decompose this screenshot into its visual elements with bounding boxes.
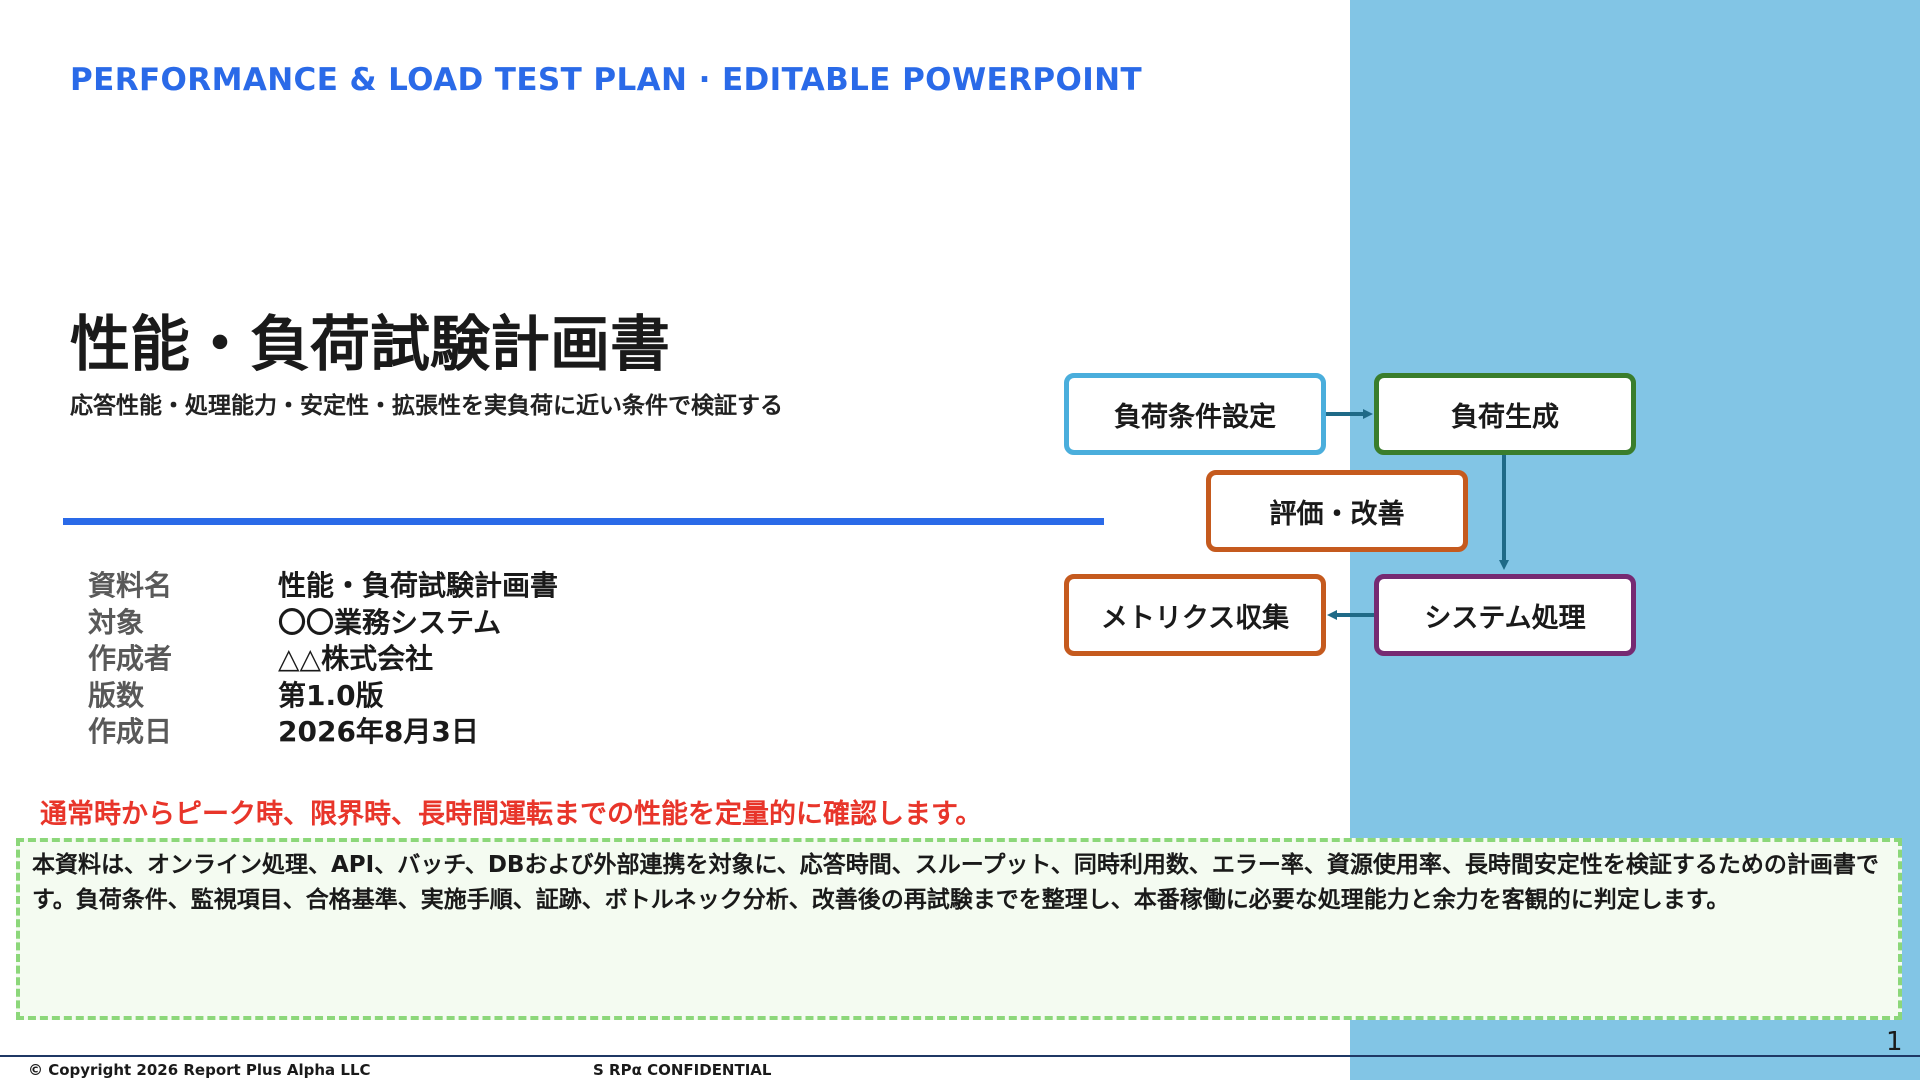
page-title: 性能・負荷試験計画書 (70, 310, 670, 380)
footer-copyright: © Copyright 2026 Report Plus Alpha LLC (28, 1061, 371, 1079)
meta-label: 作成者 (88, 642, 173, 676)
footer-confidential: S RPα CONFIDENTIAL (593, 1061, 772, 1079)
page-subtitle: 応答性能・処理能力・安定性・拡張性を実負荷に近い条件で検証する (70, 393, 783, 419)
page-number: 1 (1886, 1027, 1903, 1057)
meta-label: 版数 (88, 678, 145, 712)
meta-row-target: 対象 〇〇業務システム (88, 603, 558, 640)
meta-value: △△株式会社 (278, 642, 434, 676)
meta-value: 性能・負荷試験計画書 (278, 569, 559, 603)
meta-row-version: 版数 第1.0版 (88, 676, 558, 713)
flow-step-load-generation: 負荷生成 (1374, 373, 1636, 455)
flow-step-load-conditions: 負荷条件設定 (1064, 373, 1326, 455)
document-meta: 資料名 性能・負荷試験計画書 対象 〇〇業務システム 作成者 △△株式会社 版数… (88, 566, 558, 749)
flow-step-system-processing: システム処理 (1374, 574, 1636, 656)
meta-row-author: 作成者 △△株式会社 (88, 639, 558, 676)
flow-step-evaluation: 評価・改善 (1206, 470, 1468, 552)
meta-label: 資料名 (88, 569, 173, 603)
title-divider (63, 518, 1104, 525)
meta-label: 対象 (88, 605, 145, 639)
meta-row-document-name: 資料名 性能・負荷試験計画書 (88, 566, 558, 603)
meta-value: 2026年8月3日 (278, 715, 479, 749)
flow-step-metrics: メトリクス収集 (1064, 574, 1326, 656)
footer-divider (0, 1055, 1920, 1057)
top-banner: PERFORMANCE & LOAD TEST PLAN · EDITABLE … (70, 62, 1143, 98)
summary-box: 本資料は、オンライン処理、API、バッチ、DBおよび外部連携を対象に、応答時間、… (16, 838, 1902, 1020)
meta-value: 第1.0版 (278, 678, 384, 712)
meta-row-date: 作成日 2026年8月3日 (88, 712, 558, 749)
summary-text: 本資料は、オンライン処理、API、バッチ、DBおよび外部連携を対象に、応答時間、… (32, 852, 1879, 913)
meta-value: 〇〇業務システム (278, 605, 502, 639)
meta-label: 作成日 (88, 715, 173, 749)
highlight-statement: 通常時からピーク時、限界時、長時間運転までの性能を定量的に確認します。 (40, 799, 983, 830)
